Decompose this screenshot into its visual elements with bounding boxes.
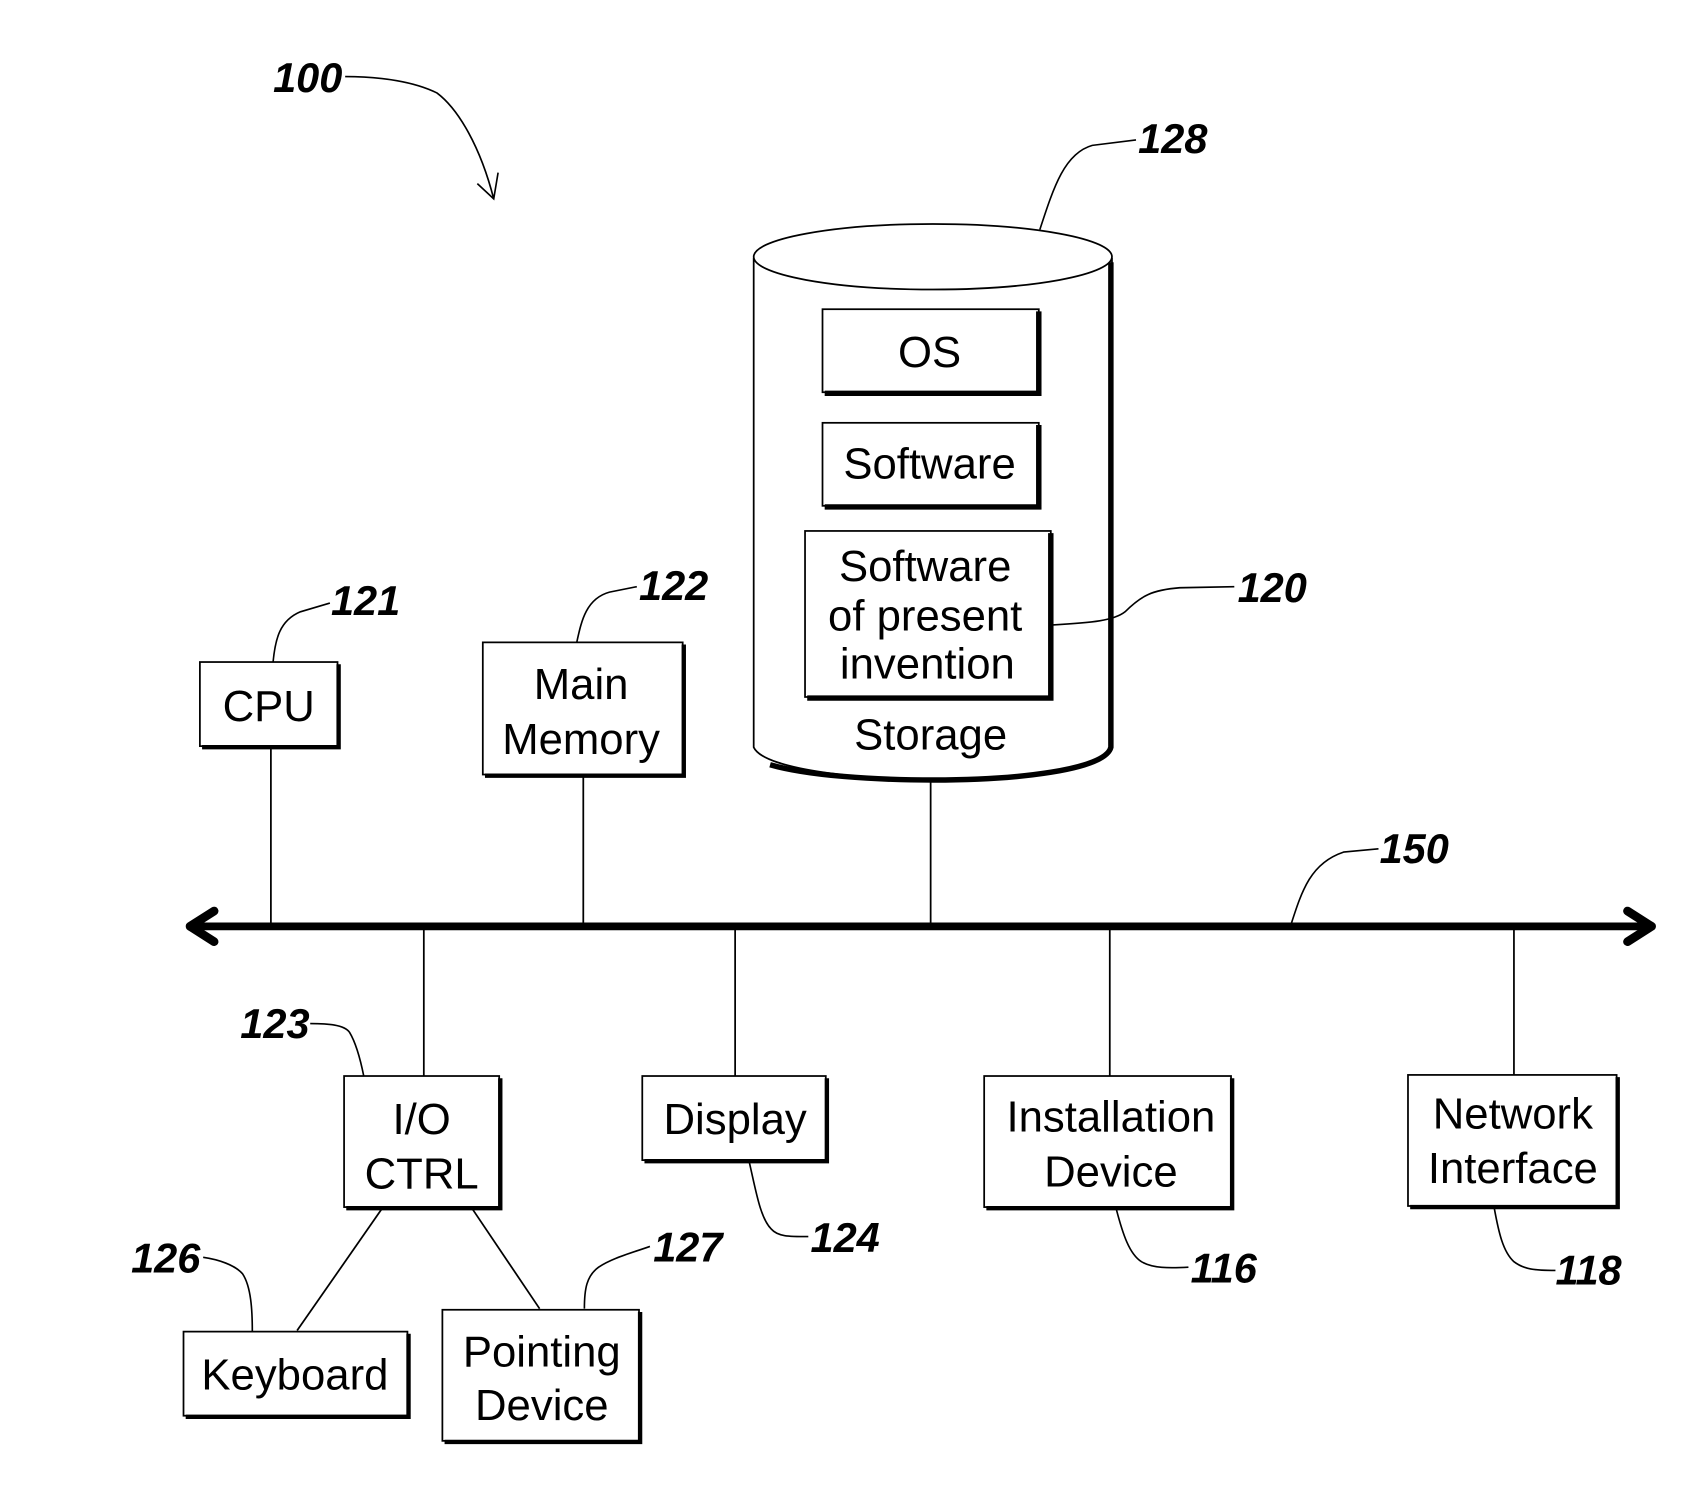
keyboard-ref-label: 126 xyxy=(131,1235,201,1282)
pointing-device-ref-label: 127 xyxy=(653,1224,724,1271)
software-invention-line-3: invention xyxy=(840,639,1015,688)
installation-device-ref-leader xyxy=(1115,1209,1189,1269)
main-memory-ref-label: 122 xyxy=(639,562,708,609)
installation-device-line-2: Device xyxy=(1044,1147,1178,1196)
software-invention-ref-label: 120 xyxy=(1238,564,1307,611)
figure-ref-label: 100 xyxy=(273,54,342,101)
installation-device-ref-label: 116 xyxy=(1191,1244,1258,1291)
cpu-label: CPU xyxy=(223,682,315,731)
bus-connectors xyxy=(270,747,1515,1332)
display-ref-leader xyxy=(748,1162,809,1238)
software-label: Software xyxy=(843,440,1015,489)
keyboard-label: Keyboard xyxy=(201,1351,388,1400)
network-interface-line-1: Network xyxy=(1433,1089,1593,1138)
cpu-box: CPU 121 xyxy=(199,577,400,750)
network-interface-line-2: Interface xyxy=(1428,1144,1598,1193)
figure-reference: 100 xyxy=(273,54,499,201)
pointing-device-ref-leader xyxy=(583,1245,651,1309)
os-box: OS xyxy=(821,308,1042,397)
io-ctrl-ref-label: 123 xyxy=(240,1000,309,1047)
main-memory-box: Main Memory 122 xyxy=(481,562,708,778)
keyboard-ref-leader xyxy=(203,1256,254,1332)
storage-top xyxy=(752,223,1113,291)
network-interface-box: Network Interface 118 xyxy=(1407,1074,1623,1294)
network-interface-ref-label: 118 xyxy=(1555,1247,1622,1294)
cpu-ref-leader xyxy=(272,602,331,663)
network-interface-ref-leader xyxy=(1493,1208,1556,1272)
bus-ref-leader xyxy=(1290,847,1379,925)
main-memory-ref-leader xyxy=(575,585,637,643)
pointing-device-box: Pointing Device 127 xyxy=(441,1224,724,1445)
installation-device-line-1: Installation xyxy=(1006,1093,1215,1142)
system-bus: 150 xyxy=(185,825,1656,947)
io-ctrl-ref-leader xyxy=(310,1022,365,1077)
installation-device-box: Installation Device 116 xyxy=(983,1075,1258,1291)
pointing-connector xyxy=(471,1207,541,1310)
main-memory-line-1: Main xyxy=(534,660,629,709)
software-invention-line-2: of present xyxy=(828,591,1022,640)
storage-ref-leader xyxy=(1039,139,1137,230)
main-memory-line-2: Memory xyxy=(502,715,660,764)
storage-label: Storage xyxy=(854,710,1007,759)
cpu-ref-label: 121 xyxy=(331,577,400,624)
computer-system-diagram: 100 150 Storage 128 OS Software Software… xyxy=(131,54,1656,1445)
display-label: Display xyxy=(663,1095,806,1144)
storage-ref-label: 128 xyxy=(1138,115,1208,162)
io-ctrl-line-2: CTRL xyxy=(365,1150,479,1199)
keyboard-connector xyxy=(296,1207,384,1332)
display-ref-label: 124 xyxy=(810,1214,879,1261)
io-ctrl-line-1: I/O xyxy=(392,1095,450,1144)
pointing-device-line-2: Device xyxy=(475,1381,609,1430)
software-invention-line-1: Software xyxy=(839,542,1011,591)
software-box: Software xyxy=(821,421,1042,510)
os-label: OS xyxy=(898,328,961,377)
keyboard-box: Keyboard 126 xyxy=(131,1235,411,1419)
bus-ref-label: 150 xyxy=(1380,825,1449,872)
io-ctrl-box: I/O CTRL 123 xyxy=(240,1000,503,1211)
figure-ref-arrow xyxy=(345,75,495,200)
storage-cylinder: Storage 128 OS Software Software of pres… xyxy=(752,115,1307,783)
pointing-device-line-1: Pointing xyxy=(463,1328,621,1377)
